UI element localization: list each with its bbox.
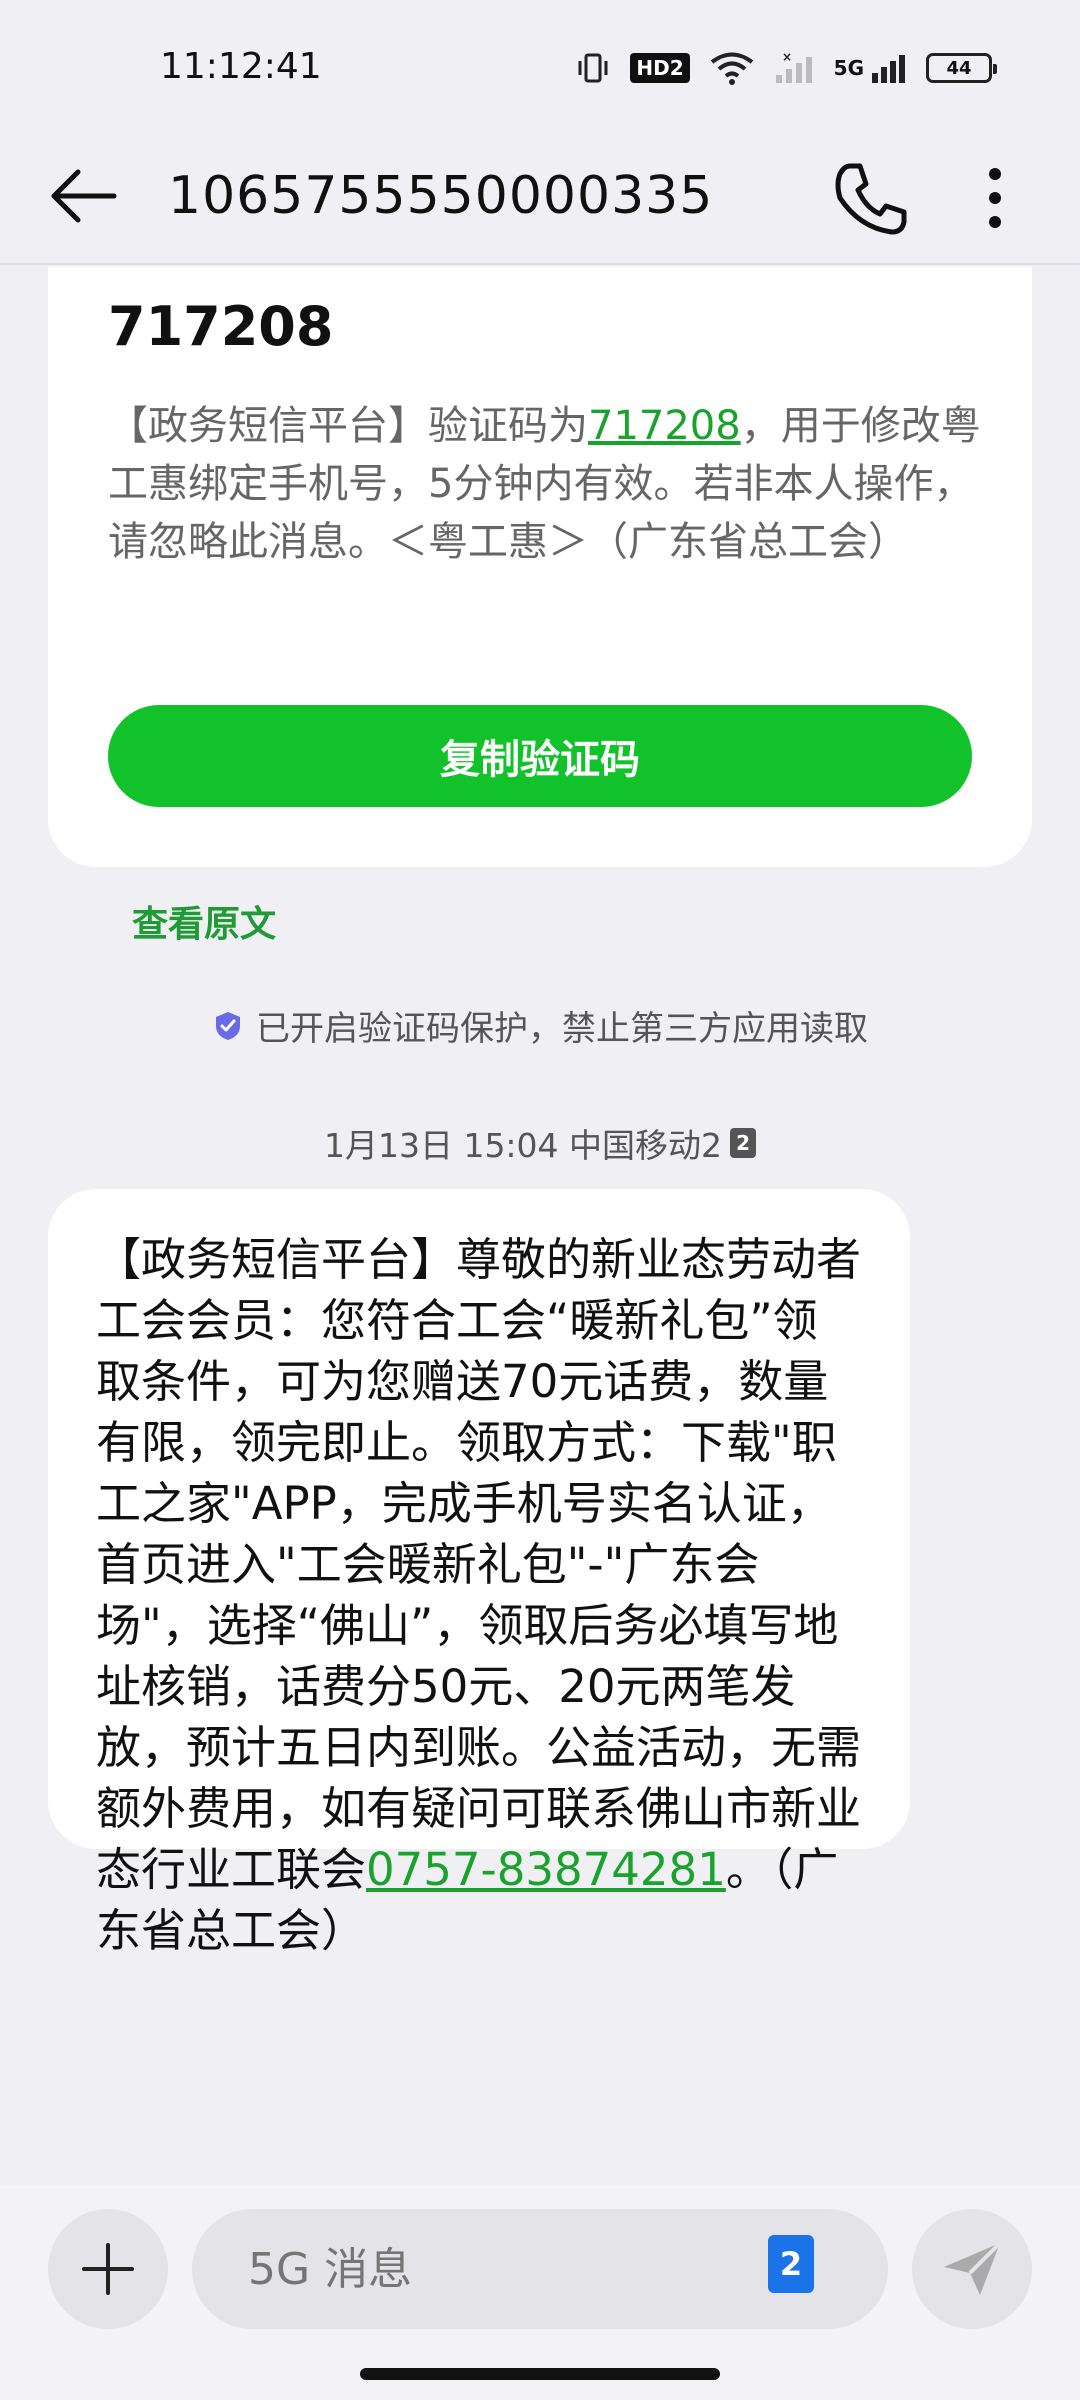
message-phone-link[interactable]: 0757-83874281 — [366, 1843, 726, 1896]
status-bar: 11:12:41 HD2 × 5G 44 — [0, 0, 1080, 130]
send-icon — [944, 2241, 1002, 2295]
vibrate-icon — [578, 53, 608, 83]
timestamp-text: 1月13日 15:04 中国移动2 — [323, 1126, 723, 1165]
otp-text-before: 【政务短信平台】验证码为 — [108, 403, 588, 449]
add-attachment-button[interactable] — [48, 2209, 168, 2329]
sim-badge-icon: 2 — [730, 1128, 757, 1158]
home-indicator[interactable] — [360, 2368, 720, 2380]
svg-text:×: × — [782, 51, 792, 64]
protection-text: 已开启验证码保护，禁止第三方应用读取 — [256, 1009, 868, 1049]
back-button[interactable] — [48, 160, 120, 232]
message-thread[interactable]: 717208 【政务短信平台】验证码为717208，用于修改粤工惠绑定手机号，5… — [0, 267, 1080, 2185]
otp-code: 717208 — [108, 295, 334, 358]
hd-voice-icon: HD2 — [630, 53, 690, 83]
more-options-button[interactable] — [960, 158, 1030, 238]
shield-icon — [216, 1011, 240, 1040]
otp-card: 717208 【政务短信平台】验证码为717208，用于修改粤工惠绑定手机号，5… — [48, 267, 1032, 867]
status-icons: HD2 × 5G 44 — [576, 48, 997, 88]
signal-sim1-icon: × — [775, 51, 812, 83]
status-time: 11:12:41 — [160, 46, 322, 87]
sender-number: 1065755550000335 — [168, 166, 714, 226]
sim-select-button[interactable]: 2 — [768, 2235, 814, 2293]
otp-code-link[interactable]: 717208 — [588, 403, 741, 449]
plus-icon — [82, 2243, 134, 2295]
message-text: 【政务短信平台】尊敬的新业态劳动者工会会员：您符合工会“暖新礼包”领取条件，可为… — [96, 1229, 862, 1961]
send-button[interactable] — [912, 2209, 1032, 2329]
message-bubble[interactable]: 【政务短信平台】尊敬的新业态劳动者工会会员：您符合工会“暖新礼包”领取条件，可为… — [48, 1189, 910, 1957]
back-arrow-icon — [51, 169, 117, 223]
more-vertical-icon — [989, 168, 1001, 228]
phone-icon — [835, 163, 907, 235]
conversation-header: 1065755550000335 — [0, 130, 1080, 265]
message-text-before: 【政务短信平台】尊敬的新业态劳动者工会会员：您符合工会“暖新礼包”领取条件，可为… — [96, 1233, 862, 1896]
compose-bar: 2 — [0, 2185, 1080, 2400]
battery-icon: 44 — [926, 53, 997, 83]
network-5g-label: 5G — [833, 56, 864, 80]
wifi-icon — [710, 52, 753, 85]
message-timestamp: 1月13日 15:04 中国移动2 2 — [0, 1119, 1080, 1167]
copy-code-button[interactable]: 复制验证码 — [108, 705, 972, 807]
call-button[interactable] — [830, 158, 910, 238]
signal-sim2-icon — [872, 55, 905, 83]
otp-message-text: 【政务短信平台】验证码为717208，用于修改粤工惠绑定手机号，5分钟内有效。若… — [108, 397, 988, 571]
otp-protection-notice: 已开启验证码保护，禁止第三方应用读取 — [0, 1001, 1080, 1050]
view-original-link[interactable]: 查看原文 — [132, 895, 276, 947]
